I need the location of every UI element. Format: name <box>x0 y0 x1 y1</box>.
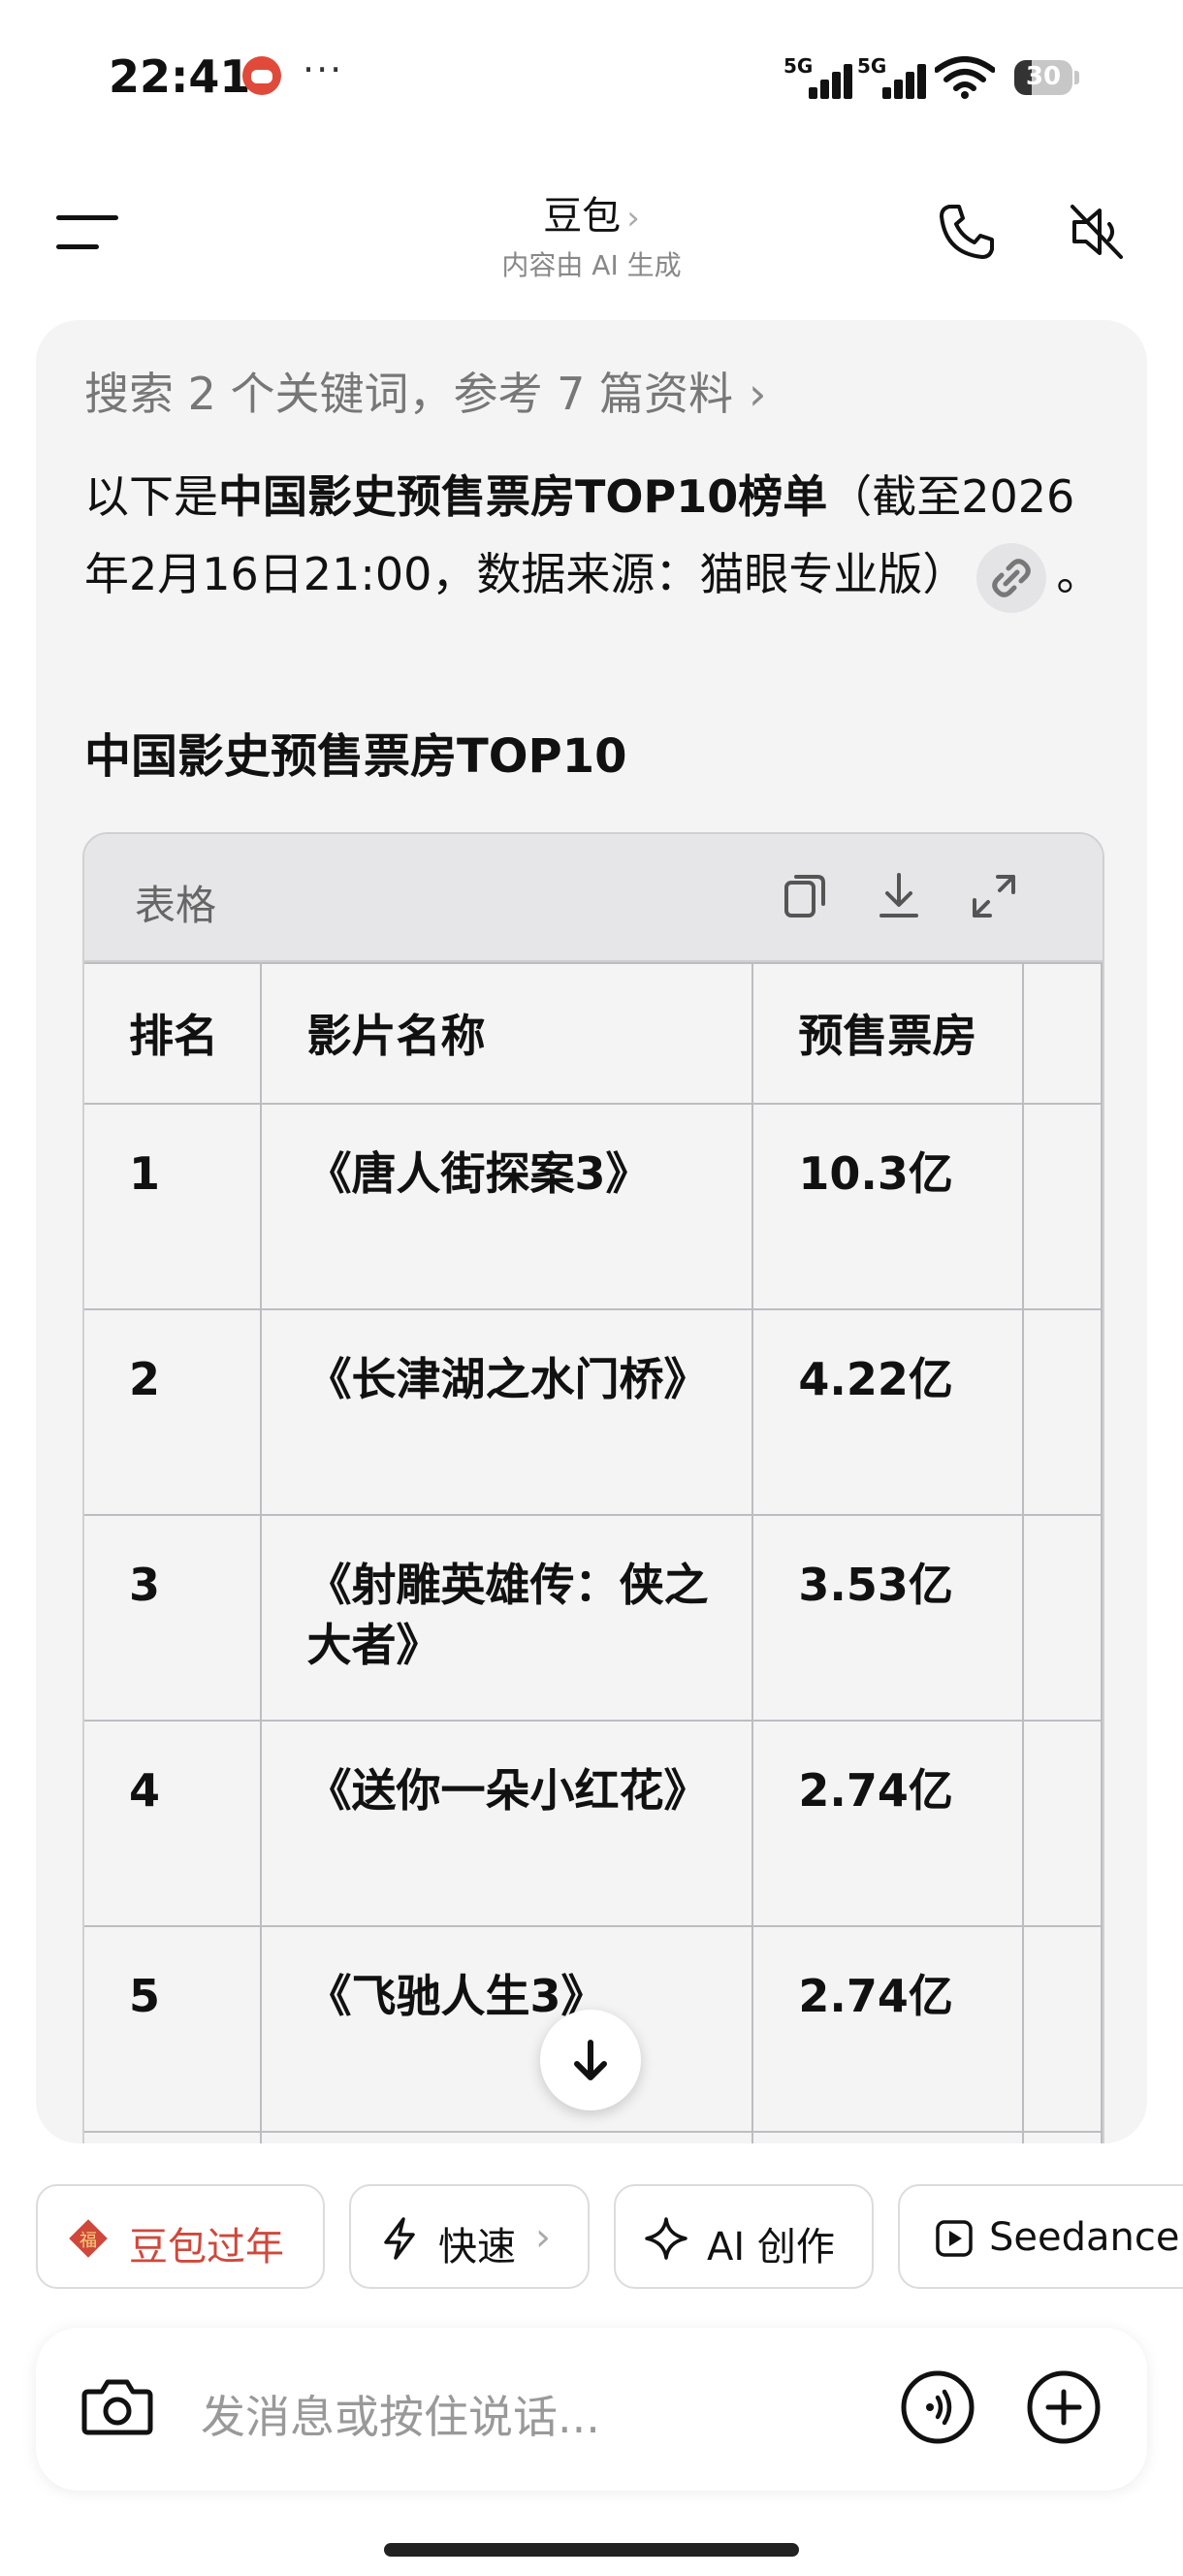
new-year-chip[interactable]: 福 豆包过年 <box>36 2184 325 2289</box>
lightning-icon <box>384 2217 415 2260</box>
presale-cell: 10.3亿 <box>751 1103 1025 1310</box>
svg-text:福: 福 <box>80 2231 97 2251</box>
copy-icon[interactable] <box>773 865 835 927</box>
column-header: 影片名称 <box>260 962 754 1105</box>
more-notifications-indicator: ··· <box>303 48 344 91</box>
chevron-right-icon: › <box>749 368 767 420</box>
rank-cell: 2 <box>84 1308 263 1516</box>
title-cell: 《长津湖之水门桥》 <box>260 1308 754 1516</box>
signal-2-icon: 5G <box>857 54 926 99</box>
table-row-partial <box>84 2131 1103 2143</box>
download-icon[interactable] <box>868 865 930 927</box>
assistant-message-card: 搜索 2 个关键词，参考 7 篇资料 › 以下是中国影史预售票房TOP10榜单（截… <box>36 320 1147 2143</box>
add-icon[interactable] <box>1025 2368 1103 2446</box>
section-title: 中国影史预售票房TOP10 <box>84 729 627 784</box>
signal-1-icon: 5G <box>783 54 852 99</box>
presale-cell <box>751 2131 1025 2143</box>
chevron-right-icon: › <box>626 199 640 238</box>
new-year-label: 豆包过年 <box>129 2225 284 2270</box>
phone-call-icon[interactable] <box>936 201 998 263</box>
rank-cell: 1 <box>84 1103 263 1310</box>
expand-icon[interactable] <box>963 865 1025 927</box>
title-cell: 《唐人街探案3》 <box>260 1103 754 1310</box>
wifi-icon <box>935 56 995 99</box>
table-row: 2 《长津湖之水门桥》 4.22亿 <box>84 1308 1103 1516</box>
presale-cell: 2.74亿 <box>751 1720 1025 1927</box>
title-cell: 《送你一朵小红花》 <box>260 1720 754 1927</box>
column-header: 排名 <box>84 962 263 1105</box>
fast-mode-label: 快速 <box>438 2225 516 2270</box>
overflow-cell <box>1022 1308 1103 1516</box>
rank-cell <box>84 2131 263 2143</box>
table-label: 表格 <box>135 882 217 929</box>
camera-icon[interactable] <box>80 2370 154 2444</box>
presale-cell: 4.22亿 <box>751 1308 1025 1516</box>
title-cell: 《飞驰人生3》 <box>260 1925 754 2133</box>
assistant-title[interactable]: 豆包 › <box>0 184 1183 241</box>
table-header-row: 排名 影片名称 预售票房 <box>84 962 1103 1105</box>
table-row: 3 《射雕英雄传：侠之大者》 3.53亿 <box>84 1514 1103 1722</box>
column-header: 预售票房 <box>751 962 1025 1105</box>
rank-cell: 4 <box>84 1720 263 1927</box>
search-summary-link[interactable]: 搜索 2 个关键词，参考 7 篇资料 › <box>84 359 766 423</box>
sparkle-icon <box>645 2217 687 2260</box>
title-cell <box>260 2131 754 2143</box>
data-table: 排名 影片名称 预售票房 1 《唐人街探案3》 10.3亿 2 《长津湖之水门桥… <box>84 962 1103 2143</box>
battery-icon: 30 <box>1014 60 1079 95</box>
seedance-chip[interactable]: Seedance <box>898 2184 1183 2289</box>
ai-generated-notice: 内容由 AI 生成 <box>501 249 682 281</box>
message-input[interactable]: 发消息或按住说话... <box>201 2382 600 2446</box>
table-row: 1 《唐人街探案3》 10.3亿 <box>84 1103 1103 1310</box>
column-header-overflow <box>1022 962 1103 1105</box>
voice-call-icon[interactable] <box>899 2368 976 2446</box>
fast-mode-chip[interactable]: 快速 › <box>349 2184 590 2289</box>
rank-cell: 3 <box>84 1514 263 1722</box>
box-office-table: 表格 排名 影片名称 预售票房 1 《唐人街探案3》 10.3亿 2 《长津湖之… <box>82 832 1104 2143</box>
overflow-cell <box>1022 1925 1103 2133</box>
reference-link-icon[interactable] <box>976 542 1047 613</box>
message-input-bar: 发消息或按住说话... <box>36 2328 1147 2491</box>
table-row: 4 《送你一朵小红花》 2.74亿 <box>84 1720 1103 1927</box>
fu-lucky-icon: 福 <box>69 2219 108 2258</box>
status-time: 22:41 <box>109 50 251 103</box>
ai-create-label: AI 创作 <box>707 2225 835 2270</box>
assistant-name: 豆包 <box>543 194 622 239</box>
rank-cell: 5 <box>84 1925 263 2133</box>
chevron-right-icon: › <box>535 2215 551 2260</box>
status-bar: 22:41 ··· 5G 5G 30 <box>0 0 1183 145</box>
home-indicator[interactable] <box>384 2543 799 2557</box>
video-play-icon <box>936 2220 973 2257</box>
presale-cell: 2.74亿 <box>751 1925 1025 2133</box>
app-notification-icon <box>242 56 281 95</box>
overflow-cell <box>1022 1514 1103 1722</box>
arrow-down-icon <box>574 2040 607 2080</box>
scroll-to-bottom-button[interactable] <box>540 2010 641 2110</box>
intro-paragraph: 以下是中国影史预售票房TOP10榜单（截至2026年2月16日21:00，数据来… <box>84 458 1112 613</box>
quick-actions-row: 福 豆包过年 快速 › AI 创作 Seedance <box>0 2143 1183 2289</box>
seedance-label: Seedance <box>989 2215 1180 2260</box>
ai-create-chip[interactable]: AI 创作 <box>614 2184 874 2289</box>
table-toolbar: 表格 <box>84 834 1103 962</box>
overflow-cell <box>1022 1103 1103 1310</box>
overflow-cell <box>1022 2131 1103 2143</box>
title-cell: 《射雕英雄传：侠之大者》 <box>260 1514 754 1722</box>
mute-speaker-icon[interactable] <box>1065 201 1127 263</box>
overflow-cell <box>1022 1720 1103 1927</box>
presale-cell: 3.53亿 <box>751 1514 1025 1722</box>
